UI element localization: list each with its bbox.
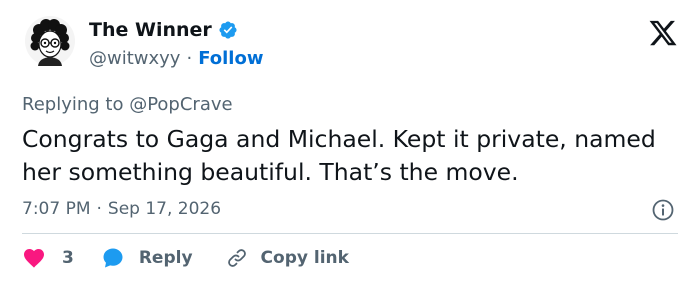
reply-context: Replying to @PopCrave xyxy=(22,94,233,115)
tweet-text: Congrats to Gaga and Michael. Kept it pr… xyxy=(22,125,656,186)
heart-icon xyxy=(22,246,46,270)
reply-bubble-icon xyxy=(101,246,125,270)
reply-context-prefix: Replying to xyxy=(22,94,130,115)
copy-link-label: Copy link xyxy=(260,248,349,268)
follow-button[interactable]: Follow xyxy=(198,48,263,69)
action-bar: 3 Reply Copy link xyxy=(22,246,349,270)
x-logo-icon[interactable] xyxy=(648,18,678,48)
author-name-row: The Winner xyxy=(89,19,238,41)
meta-separator: · xyxy=(96,199,102,219)
author-display-name[interactable]: The Winner xyxy=(89,19,212,41)
copy-link-button[interactable]: Copy link xyxy=(225,246,349,270)
link-icon xyxy=(225,246,249,270)
tweet-time[interactable]: 7:07 PM xyxy=(22,199,91,219)
avatar[interactable] xyxy=(25,16,75,66)
tweet-date[interactable]: Sep 17, 2026 xyxy=(108,199,221,219)
info-icon[interactable] xyxy=(651,198,675,222)
like-button[interactable]: 3 xyxy=(22,246,101,270)
verified-badge-icon xyxy=(218,20,238,40)
reply-label: Reply xyxy=(138,248,193,268)
tweet-timestamp[interactable]: 7:07 PM · Sep 17, 2026 xyxy=(22,199,221,219)
author-handle-row: @witwxyy · Follow xyxy=(89,48,263,69)
separator-dot: · xyxy=(186,48,193,69)
reply-mention-link[interactable]: @PopCrave xyxy=(129,94,232,115)
author-handle[interactable]: @witwxyy xyxy=(89,48,180,69)
divider xyxy=(22,233,678,234)
like-count: 3 xyxy=(62,248,74,268)
reply-button[interactable]: Reply xyxy=(101,246,225,270)
